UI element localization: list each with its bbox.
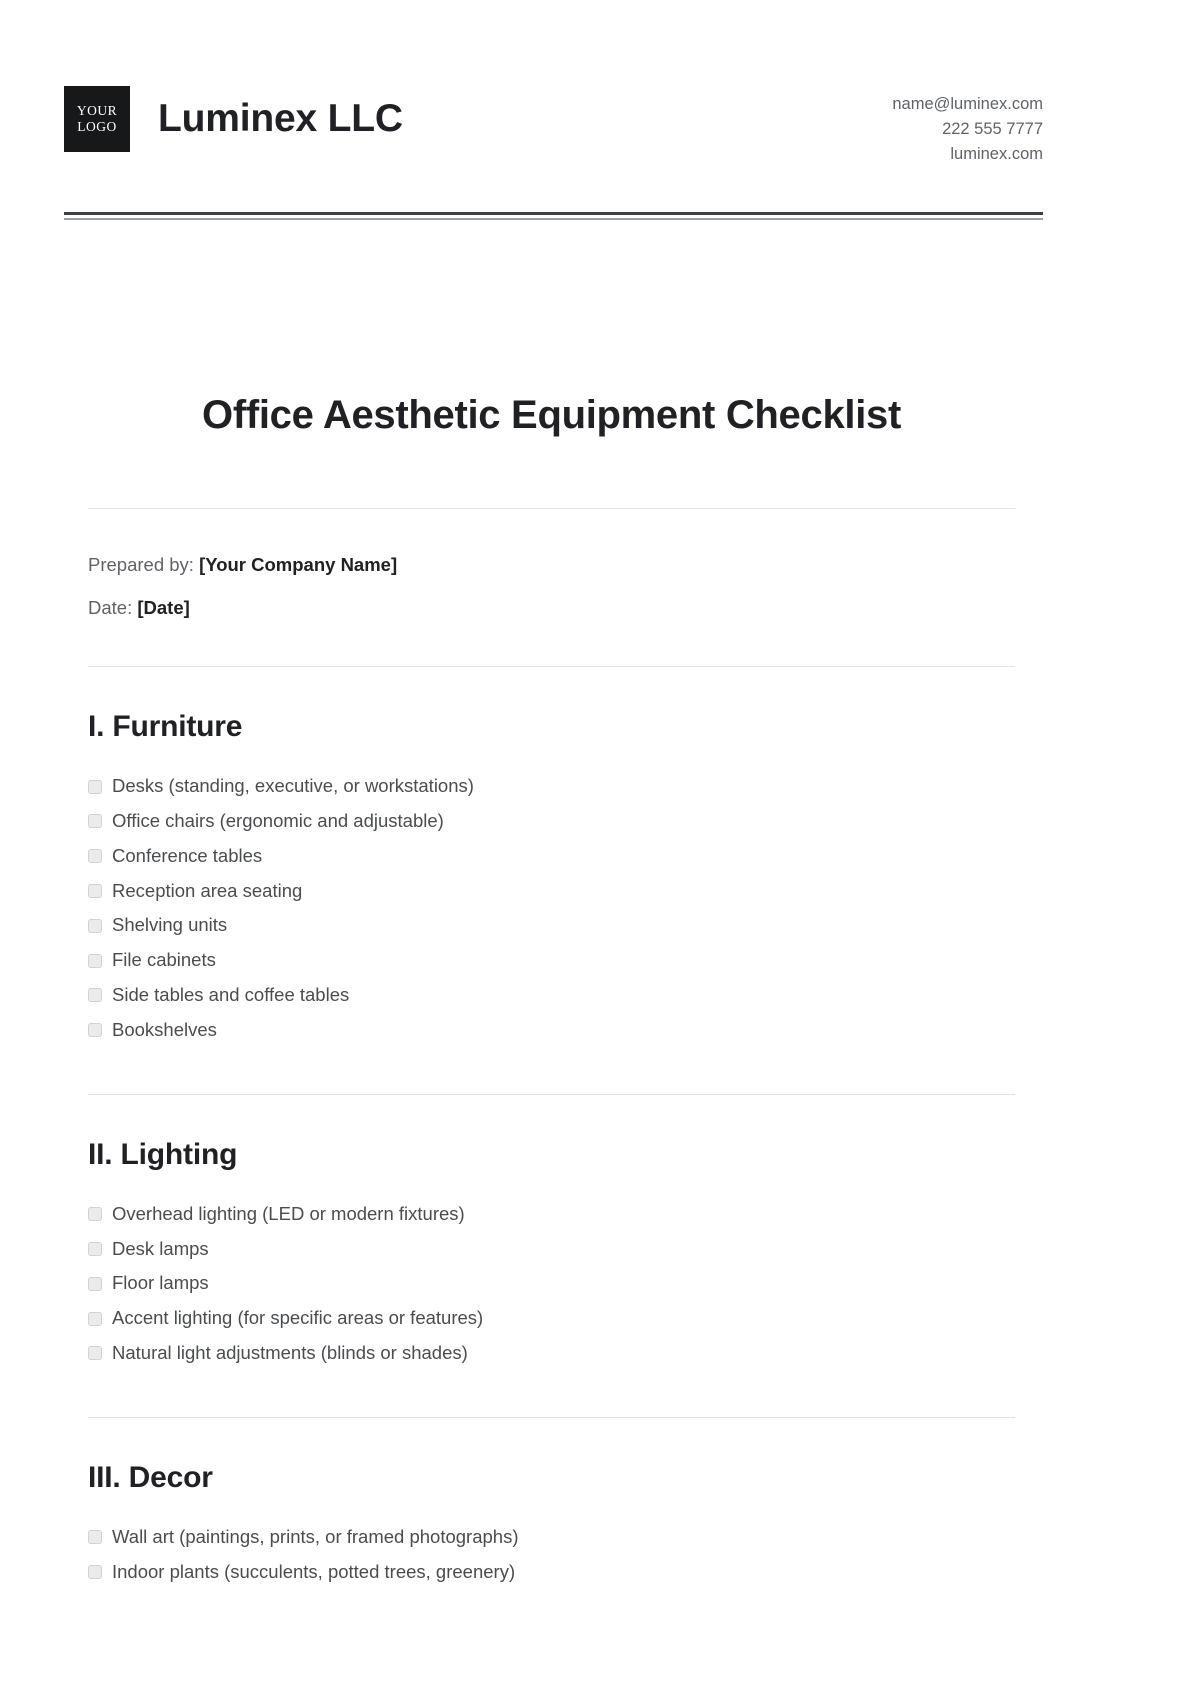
list-item[interactable]: Overhead lighting (LED or modern fixture…	[88, 1197, 1015, 1232]
list-item[interactable]: Desks (standing, executive, or workstati…	[88, 769, 1015, 804]
checkbox-icon[interactable]	[88, 884, 102, 899]
checkbox-icon[interactable]	[88, 1311, 102, 1326]
prepared-by-label: Prepared by:	[88, 553, 194, 575]
checklist-furniture: Desks (standing, executive, or workstati…	[88, 769, 1015, 1048]
checkbox-icon[interactable]	[88, 1241, 102, 1256]
section-lighting: II. Lighting Overhead lighting (LED or m…	[88, 1095, 1015, 1371]
document-page: YOUR LOGO Luminex LLC name@luminex.com 2…	[0, 0, 1200, 1701]
checkbox-icon[interactable]	[88, 918, 102, 933]
list-item-label: Side tables and coffee tables	[112, 984, 350, 1006]
checklist-lighting: Overhead lighting (LED or modern fixture…	[88, 1197, 1015, 1371]
list-item[interactable]: Wall art (paintings, prints, or framed p…	[88, 1520, 1015, 1555]
brand-block: YOUR LOGO Luminex LLC	[64, 86, 403, 152]
letterhead-rules	[64, 212, 1043, 221]
list-item[interactable]: Desk lamps	[88, 1232, 1015, 1267]
logo-line-1: YOUR	[76, 103, 118, 119]
company-name: Luminex LLC	[158, 96, 403, 140]
list-item[interactable]: Conference tables	[88, 839, 1015, 874]
checkbox-icon[interactable]	[88, 1530, 102, 1545]
letterhead: YOUR LOGO Luminex LLC name@luminex.com 2…	[0, 0, 1200, 166]
checkbox-icon[interactable]	[88, 988, 102, 1003]
list-item-label: Shelving units	[112, 914, 228, 936]
checkbox-icon[interactable]	[88, 1207, 102, 1222]
list-item-label: Desk lamps	[112, 1237, 209, 1259]
list-item[interactable]: Natural light adjustments (blinds or sha…	[88, 1336, 1015, 1371]
contact-email: name@luminex.com	[892, 95, 1043, 113]
checkbox-icon[interactable]	[88, 1564, 102, 1579]
document-body: Office Aesthetic Equipment Checklist Pre…	[88, 247, 1015, 1589]
checklist-decor: Wall art (paintings, prints, or framed p…	[88, 1520, 1015, 1590]
list-item[interactable]: Bookshelves	[88, 1013, 1015, 1048]
list-item-label: Conference tables	[112, 844, 263, 866]
list-item[interactable]: Floor lamps	[88, 1266, 1015, 1301]
list-item-label: Office chairs (ergonomic and adjustable)	[112, 810, 444, 831]
list-item[interactable]: Indoor plants (succulents, potted trees,…	[88, 1555, 1015, 1590]
section-heading-lighting: II. Lighting	[88, 1137, 238, 1171]
prepared-by-value: [Your Company Name]	[199, 553, 398, 575]
company-logo: YOUR LOGO	[64, 86, 130, 152]
contact-block: name@luminex.com 222 555 7777 luminex.co…	[892, 86, 1043, 166]
list-item-label: Wall art (paintings, prints, or framed p…	[112, 1525, 519, 1547]
list-item[interactable]: Office chairs (ergonomic and adjustable)	[88, 804, 1015, 839]
checkbox-icon[interactable]	[88, 779, 102, 794]
list-item-label: Desks (standing, executive, or workstati…	[112, 775, 474, 797]
list-item-label: Indoor plants (succulents, potted trees,…	[112, 1560, 516, 1582]
checkbox-icon[interactable]	[88, 953, 102, 968]
section-heading-decor: III. Decor	[88, 1460, 213, 1494]
date-label: Date:	[88, 596, 133, 618]
list-item[interactable]: File cabinets	[88, 943, 1015, 978]
list-item-label: Natural light adjustments (blinds or sha…	[112, 1341, 468, 1363]
section-decor: III. Decor Wall art (paintings, prints, …	[88, 1418, 1015, 1590]
list-item[interactable]: Side tables and coffee tables	[88, 978, 1015, 1013]
page-title: Office Aesthetic Equipment Checklist	[202, 393, 901, 438]
list-item[interactable]: Shelving units	[88, 908, 1015, 943]
list-item-label: File cabinets	[112, 949, 216, 971]
list-item[interactable]: Accent lighting (for specific areas or f…	[88, 1301, 1015, 1336]
list-item-label: Floor lamps	[112, 1272, 209, 1294]
contact-website: luminex.com	[950, 144, 1043, 163]
header-rule-thin	[64, 218, 1043, 221]
checkbox-icon[interactable]	[88, 814, 102, 829]
section-heading-furniture: I. Furniture	[88, 710, 243, 744]
list-item-label: Bookshelves	[112, 1018, 217, 1040]
prepared-by-row: Prepared by: [Your Company Name]	[88, 551, 1015, 580]
list-item-label: Reception area seating	[112, 879, 303, 901]
list-item-label: Accent lighting (for specific areas or f…	[112, 1307, 484, 1329]
document-meta: Prepared by: [Your Company Name] Date: […	[88, 509, 1015, 666]
date-row: Date: [Date]	[88, 594, 1015, 623]
date-value: [Date]	[137, 596, 190, 618]
section-furniture: I. Furniture Desks (standing, executive,…	[88, 667, 1015, 1048]
checkbox-icon[interactable]	[88, 1023, 102, 1038]
list-item[interactable]: Reception area seating	[88, 874, 1015, 909]
contact-phone: 222 555 7777	[942, 119, 1043, 138]
list-item-label: Overhead lighting (LED or modern fixture…	[112, 1202, 465, 1224]
logo-line-2: LOGO	[77, 119, 117, 134]
checkbox-icon[interactable]	[88, 1346, 102, 1361]
checkbox-icon[interactable]	[88, 1276, 102, 1291]
checkbox-icon[interactable]	[88, 849, 102, 864]
